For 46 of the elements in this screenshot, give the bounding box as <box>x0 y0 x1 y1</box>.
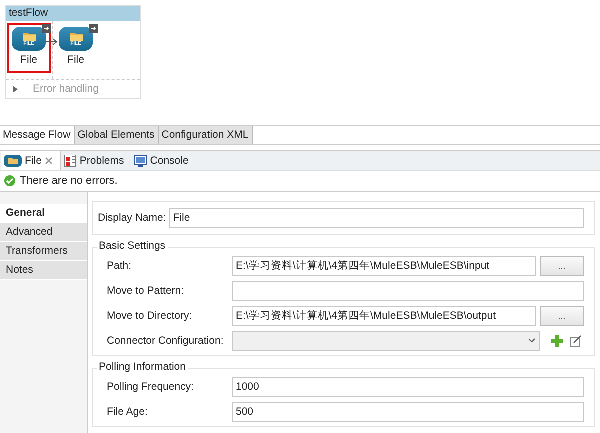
console-icon <box>134 154 148 166</box>
editor-tab[interactable]: Configuration XML <box>158 126 253 144</box>
browse-button[interactable]: ... <box>540 256 584 276</box>
text-field[interactable]: 500 <box>232 402 584 422</box>
group-title: Polling Information <box>97 361 188 373</box>
dropdown[interactable] <box>232 331 540 351</box>
view-tab[interactable]: Console <box>131 151 196 170</box>
browse-button[interactable]: ... <box>540 306 584 326</box>
field-label: Display Name: <box>98 212 166 224</box>
editor-tab[interactable]: Global Elements <box>74 126 159 144</box>
group-title: Basic Settings <box>97 240 168 252</box>
display-name-field[interactable]: File <box>169 208 584 228</box>
flow-title: testFlow <box>6 6 140 21</box>
close-icon[interactable] <box>44 156 53 164</box>
sidebar-tab[interactable]: Transformers <box>0 242 87 261</box>
problems-icon <box>64 154 77 166</box>
expand-icon[interactable] <box>12 86 19 92</box>
field-label: Connector Configuration: <box>107 335 225 347</box>
arrow-icon <box>89 24 98 33</box>
node-label: File <box>68 54 84 66</box>
text-field[interactable] <box>232 281 584 301</box>
path-field[interactable]: E:\学习资料\计算机\4第四年\MuleESB\MuleESB\input <box>232 256 536 276</box>
sidebar-tab[interactable]: Advanced <box>0 223 87 242</box>
text-field[interactable]: 1000 <box>232 377 584 397</box>
check-icon <box>4 175 16 187</box>
edit-icon[interactable] <box>570 335 582 347</box>
field-label: Polling Frequency: <box>107 381 195 393</box>
sidebar-tab[interactable]: General <box>0 204 87 223</box>
field-label: Path: <box>107 260 133 272</box>
sidebar-tab[interactable]: Notes <box>0 261 87 280</box>
field-label: File Age: <box>107 406 149 418</box>
folder-icon <box>68 30 84 41</box>
field-label: Move to Directory: <box>107 310 194 322</box>
status-message: There are no errors. <box>20 175 118 187</box>
connector-arrow <box>46 38 58 46</box>
view-tab[interactable]: Problems <box>60 151 132 170</box>
field-label: Move to Pattern: <box>107 285 186 297</box>
node-label: File <box>20 54 38 66</box>
add-icon[interactable] <box>551 335 563 347</box>
arrow-icon <box>42 24 51 33</box>
folder-icon <box>4 154 22 166</box>
path-field[interactable]: E:\学习资料\计算机\4第四年\MuleESB\MuleESB\output <box>232 306 536 326</box>
folder-icon <box>22 30 36 41</box>
chevron-down-icon <box>528 338 536 344</box>
error-handling-label: Error handling <box>33 83 99 95</box>
view-tab[interactable]: File <box>1 151 61 170</box>
